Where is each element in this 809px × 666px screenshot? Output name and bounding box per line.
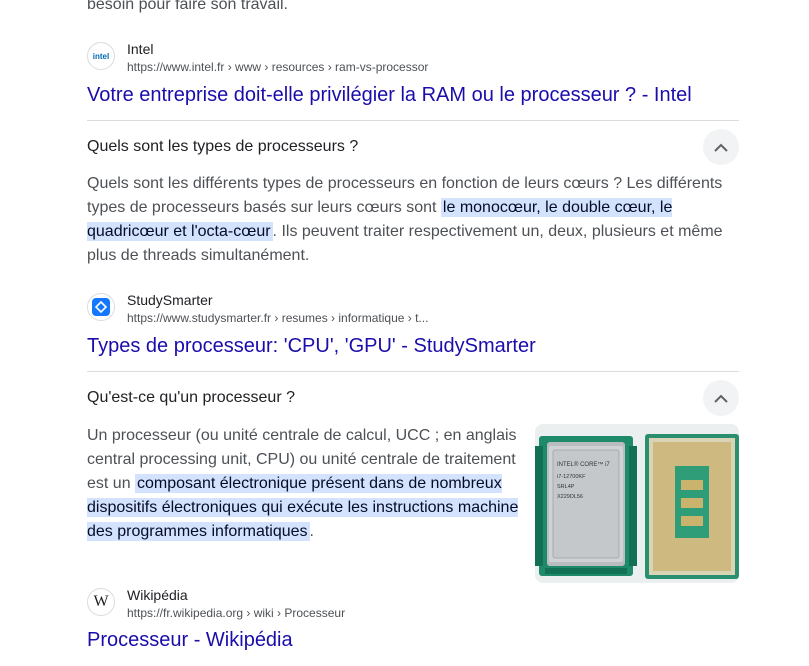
intel-logo-text: intel <box>92 51 110 61</box>
answer-2-highlight: composant électronique présent dans de n… <box>87 474 519 541</box>
result-title-wikipedia[interactable]: Processeur - Wikipédia <box>87 627 293 653</box>
collapse-chevron-up-icon[interactable] <box>703 380 739 416</box>
studysmarter-favicon-icon <box>87 293 115 321</box>
result-title-studysmarter[interactable]: Types de processeur: 'CPU', 'GPU' - Stud… <box>87 333 536 359</box>
source-url-studysmarter[interactable]: https://www.studysmarter.fr › resumes › … <box>127 310 428 326</box>
intel-favicon-icon: intel <box>87 42 115 70</box>
chip-label-3: SRL4P <box>557 484 575 490</box>
source-url-intel[interactable]: https://www.intel.fr › www › resources ›… <box>127 59 428 75</box>
chip-label-4: X229DL56 <box>557 494 583 500</box>
source-url-wikipedia[interactable]: https://fr.wikipedia.org › wiki › Proces… <box>127 605 345 621</box>
chip-label-1: INTEL® CORE™ i7 <box>557 461 610 468</box>
studysmarter-logo-icon <box>92 298 110 316</box>
collapse-chevron-up-icon[interactable] <box>703 129 739 165</box>
result-title-intel[interactable]: Votre entreprise doit-elle privilégier l… <box>87 82 692 108</box>
chip-label-2: i7-12700KF <box>557 474 586 480</box>
question-text-1[interactable]: Quels sont les types de processeurs ? <box>87 136 358 158</box>
answer-text-2: Un processeur (ou unité centrale de calc… <box>87 424 519 544</box>
answer-text-1: Quels sont les différents types de proce… <box>87 172 747 268</box>
source-name-intel: Intel <box>127 41 154 57</box>
previous-answer-text: besoin pour faire son travail. <box>87 0 288 13</box>
processor-photo-illustration: INTEL® CORE™ i7 i7-12700KF SRL4P X229DL5… <box>535 434 739 579</box>
source-name-studysmarter: StudySmarter <box>127 292 213 308</box>
divider <box>87 371 739 372</box>
source-name-wikipedia: Wikipédia <box>127 587 188 603</box>
divider <box>87 120 739 121</box>
processor-image[interactable]: INTEL® CORE™ i7 i7-12700KF SRL4P X229DL5… <box>535 424 739 583</box>
answer-2-text-end: . <box>309 523 314 540</box>
wikipedia-logo-text: W <box>93 593 109 610</box>
wikipedia-favicon-icon: W <box>87 588 115 616</box>
question-text-2[interactable]: Qu'est-ce qu'un processeur ? <box>87 387 295 409</box>
